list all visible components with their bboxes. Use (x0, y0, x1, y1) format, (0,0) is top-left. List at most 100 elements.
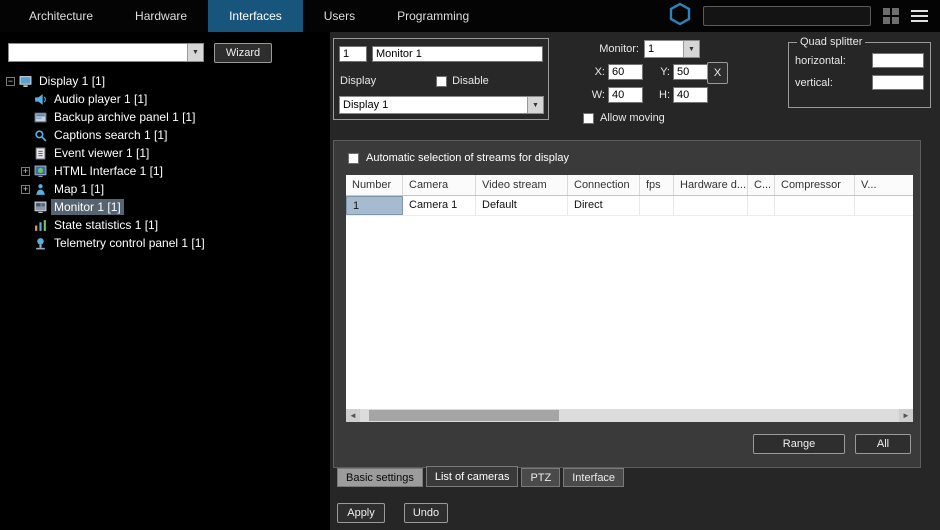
cell-video-stream: Default (476, 196, 568, 215)
display-icon (19, 75, 32, 88)
h-input[interactable] (673, 87, 708, 103)
grid-view-icon[interactable] (883, 8, 899, 24)
vertical-input[interactable] (872, 75, 924, 90)
column-header-connection[interactable]: Connection (568, 175, 640, 195)
apply-button[interactable]: Apply (337, 503, 385, 523)
tree-item-label: HTML Interface 1 [1] (51, 163, 166, 179)
cell-c (748, 196, 775, 215)
scroll-left-icon[interactable]: ◄ (346, 409, 360, 422)
subtab-interface[interactable]: Interface (563, 468, 624, 487)
all-button[interactable]: All (855, 434, 911, 454)
tree-filter-combobox[interactable]: ▼ (8, 43, 204, 62)
monitor-number-select[interactable]: 1 ▼ (644, 40, 700, 58)
w-input[interactable] (608, 87, 643, 103)
chevron-down-icon[interactable]: ▼ (683, 41, 699, 57)
tree-item-backup-archive-panel[interactable]: Backup archive panel 1 [1] (6, 108, 326, 126)
subtab-ptz[interactable]: PTZ (521, 468, 560, 487)
chevron-down-icon[interactable]: ▼ (187, 44, 203, 61)
tree-item-display[interactable]: − Display 1 [1] (6, 72, 326, 90)
tree-item-state-statistics[interactable]: State statistics 1 [1] (6, 216, 326, 234)
topbar-right-group (669, 2, 940, 31)
horizontal-label: horizontal: (795, 55, 846, 67)
column-header-c[interactable]: C... (748, 175, 775, 195)
hamburger-menu-icon[interactable] (911, 10, 928, 22)
tree-item-monitor[interactable]: Monitor 1 [1] (6, 198, 326, 216)
tree-item-label: Map 1 [1] (51, 181, 107, 197)
horizontal-scrollbar[interactable]: ◄ ► (346, 409, 913, 422)
display-select[interactable]: Display 1 ▼ (339, 96, 544, 114)
cameras-table-header: Number Camera Video stream Connection fp… (346, 175, 913, 196)
object-name-input[interactable] (372, 46, 543, 62)
cell-fps (640, 196, 674, 215)
tree-item-label: Telemetry control panel 1 [1] (51, 235, 208, 251)
tab-hardware[interactable]: Hardware (114, 0, 208, 32)
disable-checkbox[interactable] (436, 76, 447, 87)
tab-architecture[interactable]: Architecture (8, 0, 114, 32)
monitor-icon (34, 201, 47, 214)
tree-item-telemetry-control-panel[interactable]: Telemetry control panel 1 [1] (6, 234, 326, 252)
close-position-button[interactable]: X (707, 62, 728, 84)
undo-button[interactable]: Undo (404, 503, 448, 523)
backup-archive-icon (34, 111, 47, 124)
column-header-compressor[interactable]: Compressor (775, 175, 855, 195)
object-id-input[interactable] (339, 46, 367, 62)
column-header-number[interactable]: Number (346, 175, 403, 195)
scrollbar-thumb[interactable] (369, 410, 559, 421)
tree-item-html-interface[interactable]: + HTML Interface 1 [1] (6, 162, 326, 180)
cell-v (855, 196, 913, 215)
search-input[interactable] (703, 6, 871, 26)
collapse-icon[interactable]: − (6, 77, 15, 86)
tree-item-event-viewer[interactable]: Event viewer 1 [1] (6, 144, 326, 162)
audio-player-icon (34, 93, 47, 106)
map-icon (34, 183, 47, 196)
auto-stream-select-checkbox[interactable] (348, 153, 359, 164)
tree-item-label: Monitor 1 [1] (51, 199, 124, 215)
subtab-list-of-cameras[interactable]: List of cameras (426, 466, 519, 487)
column-header-hardware[interactable]: Hardware d... (674, 175, 748, 195)
event-viewer-icon (34, 147, 47, 160)
top-navigation-bar: Architecture Hardware Interfaces Users P… (0, 0, 940, 32)
w-label: W: (591, 89, 605, 101)
monitor-label: Monitor: (583, 43, 639, 55)
tab-interfaces[interactable]: Interfaces (208, 0, 303, 32)
tree-item-label: Captions search 1 [1] (51, 127, 170, 143)
allow-moving-checkbox[interactable] (583, 113, 594, 124)
chevron-down-icon[interactable]: ▼ (527, 97, 543, 113)
tree-item-label: State statistics 1 [1] (51, 217, 161, 233)
column-header-v[interactable]: V... (855, 175, 913, 195)
camera-list-panel: Automatic selection of streams for displ… (333, 140, 921, 468)
monitor-identity-panel: Display Disable Display 1 ▼ (333, 38, 549, 120)
sidebar-toolbar: ▼ Wizard (8, 43, 272, 63)
tree-item-captions-search[interactable]: Captions search 1 [1] (6, 126, 326, 144)
column-header-video-stream[interactable]: Video stream (476, 175, 568, 195)
disable-label: Disable (452, 75, 489, 87)
html-interface-icon (34, 165, 47, 178)
object-tree: − Display 1 [1] Audio player 1 [1] Backu… (6, 72, 326, 252)
tree-item-map[interactable]: + Map 1 [1] (6, 180, 326, 198)
tab-users[interactable]: Users (303, 0, 376, 32)
x-input[interactable] (608, 64, 643, 80)
expand-icon[interactable]: + (21, 185, 30, 194)
footer-actions: Apply Undo (337, 503, 448, 523)
display-label: Display (340, 75, 376, 87)
table-row[interactable]: 1 Camera 1 Default Direct (346, 196, 913, 216)
cell-hardware (674, 196, 748, 215)
quad-splitter-title: Quad splitter (797, 36, 865, 48)
cell-camera: Camera 1 (403, 196, 476, 215)
tree-item-audio-player[interactable]: Audio player 1 [1] (6, 90, 326, 108)
y-input[interactable] (673, 64, 708, 80)
range-button[interactable]: Range (753, 434, 845, 454)
scroll-right-icon[interactable]: ► (899, 409, 913, 422)
tab-programming[interactable]: Programming (376, 0, 490, 32)
subtab-basic-settings[interactable]: Basic settings (337, 468, 423, 487)
cell-compressor (775, 196, 855, 215)
cell-number[interactable]: 1 (346, 196, 403, 215)
column-header-camera[interactable]: Camera (403, 175, 476, 195)
column-header-fps[interactable]: fps (640, 175, 674, 195)
expand-icon[interactable]: + (21, 167, 30, 176)
horizontal-input[interactable] (872, 53, 924, 68)
wizard-button[interactable]: Wizard (214, 43, 272, 63)
vertical-label: vertical: (795, 77, 833, 89)
y-label: Y: (656, 66, 670, 78)
monitor-number-value: 1 (645, 41, 683, 57)
